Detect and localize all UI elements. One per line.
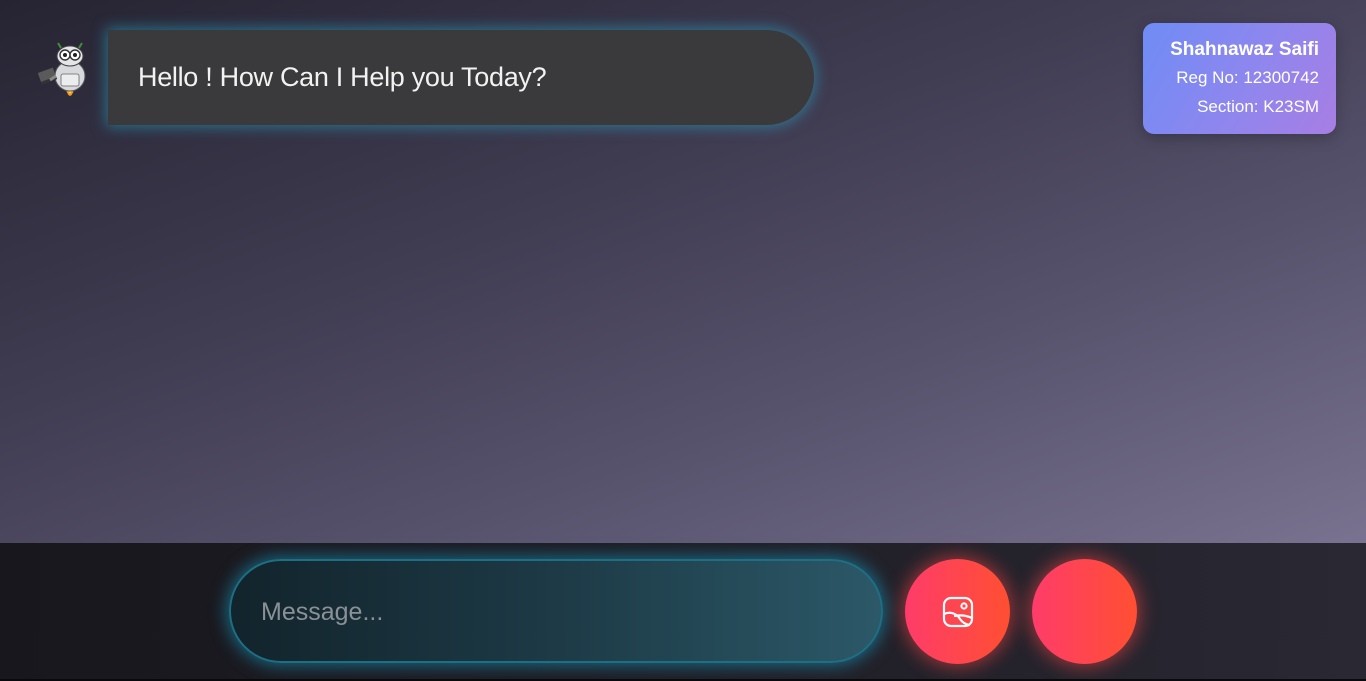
- section-label: Section: K23SM: [1197, 97, 1319, 116]
- robot-avatar-icon: [37, 42, 86, 96]
- chat-area: Hello ! How Can I Help you Today? Shahna…: [0, 0, 1366, 543]
- image-upload-icon: [942, 596, 973, 627]
- chatbot-app: Hello ! How Can I Help you Today? Shahna…: [0, 0, 1366, 681]
- registration-number: Reg No: 12300742: [1176, 68, 1319, 87]
- send-button[interactable]: [1032, 559, 1137, 664]
- message-input[interactable]: [259, 561, 843, 663]
- message-input-bar: [0, 543, 1366, 681]
- student-info-card: Shahnawaz Saifi Reg No: 12300742 Section…: [1143, 23, 1336, 134]
- message-box[interactable]: [229, 559, 883, 663]
- student-name: Shahnawaz Saifi: [1170, 39, 1319, 60]
- bot-message-text: Hello ! How Can I Help you Today?: [138, 62, 547, 92]
- bot-message-row: Hello ! How Can I Help you Today?: [36, 30, 814, 125]
- bot-message-bubble: Hello ! How Can I Help you Today?: [108, 30, 814, 125]
- image-upload-button[interactable]: [905, 559, 1010, 664]
